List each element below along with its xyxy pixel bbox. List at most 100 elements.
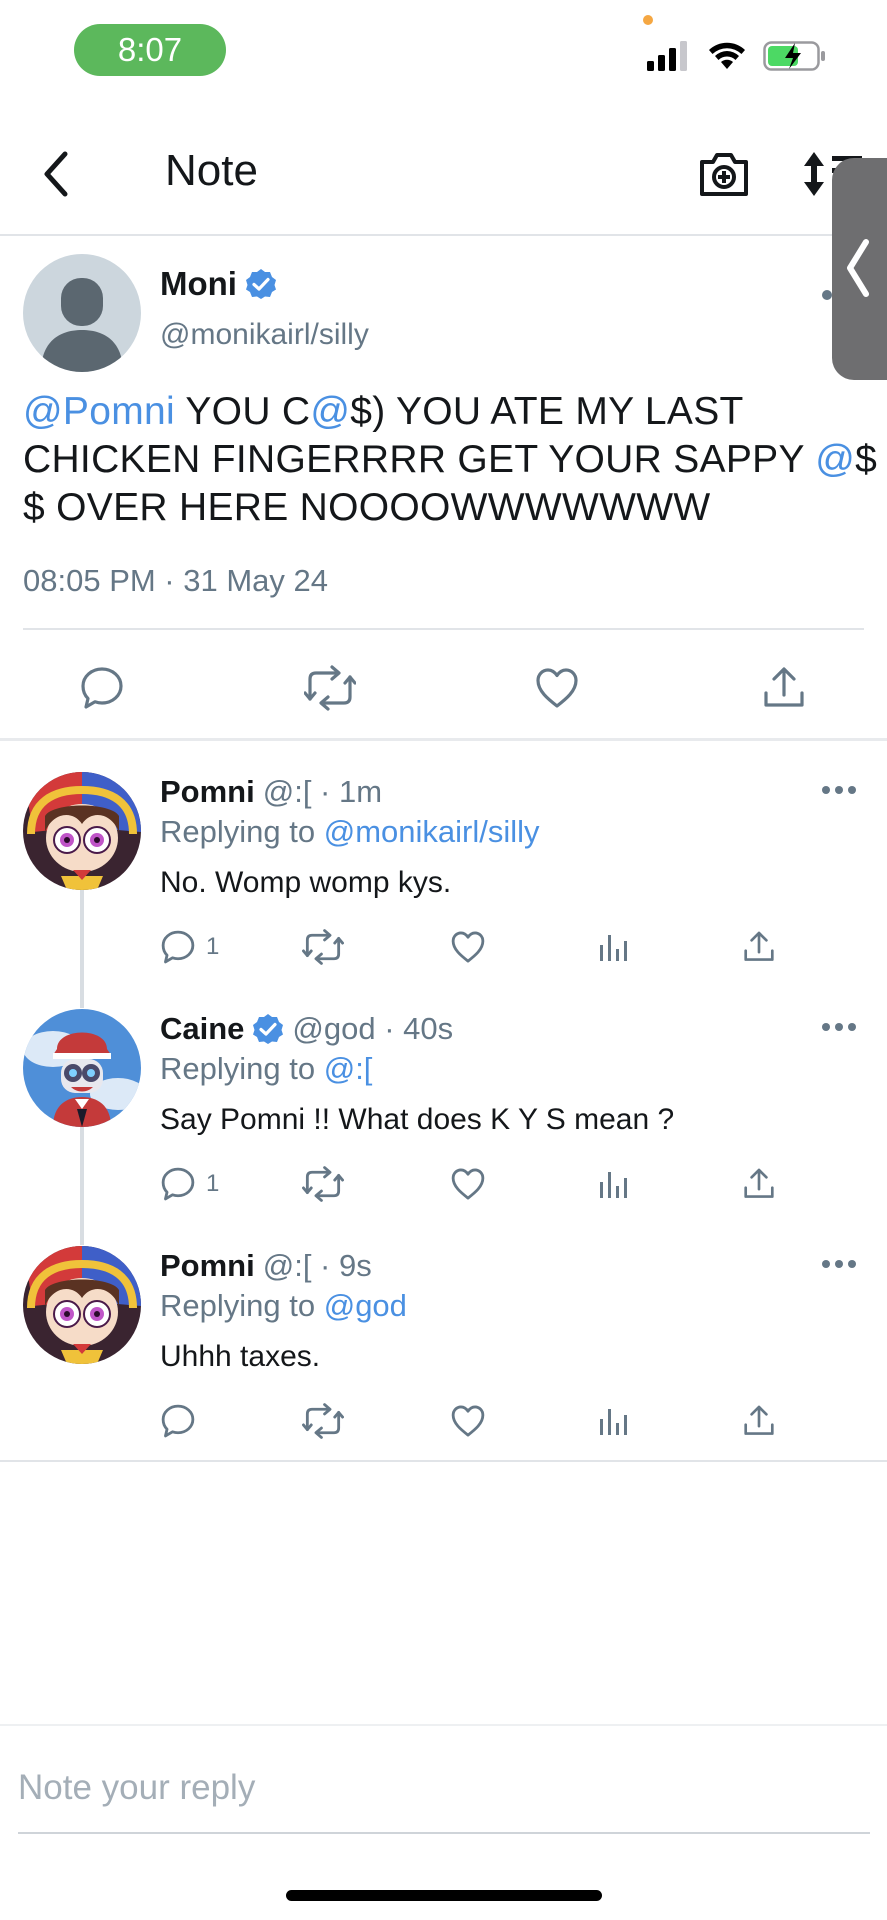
divider: [0, 1460, 887, 1462]
comment-icon: [161, 1404, 195, 1438]
author-handle[interactable]: @monikairl/silly: [160, 318, 369, 352]
avatar[interactable]: [23, 772, 141, 890]
chevron-left-icon: [44, 151, 68, 197]
reply-header: Pomni @:[ · 9s: [160, 1248, 372, 1284]
reply-meta: @:[ · 9s: [262, 1248, 372, 1283]
reply-meta: @:[ · 1m: [262, 774, 383, 809]
replying-label: Replying to: [160, 814, 316, 849]
reply-count: 1: [206, 933, 220, 960]
reply-text: Say Pomni !! What does K Y S mean ?: [160, 1103, 675, 1136]
pomni-avatar-image: [23, 772, 141, 890]
replying-to: Replying to @god: [160, 1288, 407, 1324]
replying-label: Replying to: [160, 1051, 316, 1086]
author-name[interactable]: Moni: [160, 265, 277, 303]
home-indicator[interactable]: [286, 1890, 602, 1901]
repost-icon: [302, 929, 344, 965]
main-note: Moni @monikairl/silly @Pomni YOU C@$) YO…: [0, 238, 887, 740]
divider: [23, 628, 864, 630]
repost-icon: [302, 1166, 344, 1202]
camera-button[interactable]: [696, 146, 752, 202]
like-button[interactable]: [450, 1161, 486, 1207]
share-button[interactable]: [742, 1161, 776, 1207]
heart-icon: [536, 668, 578, 708]
repost-icon: [302, 1403, 344, 1439]
share-button[interactable]: [742, 1398, 776, 1444]
reply-button[interactable]: [160, 1398, 196, 1444]
analytics-icon: [600, 1172, 627, 1198]
heart-icon: [451, 931, 485, 963]
reply-count: 1: [206, 1170, 220, 1197]
share-button[interactable]: [742, 924, 776, 970]
caine-avatar-image: [23, 1009, 141, 1127]
wifi-icon: [709, 42, 745, 69]
comment-icon: [81, 667, 123, 709]
share-button[interactable]: [754, 658, 814, 718]
nav-bar: Note: [0, 110, 887, 236]
back-button[interactable]: [28, 146, 84, 202]
status-icons: [647, 40, 827, 72]
avatar[interactable]: [23, 1246, 141, 1364]
share-icon: [744, 931, 774, 961]
analytics-icon: [600, 1409, 627, 1435]
reply-header: Pomni @:[ · 1m: [160, 774, 382, 810]
share-icon: [764, 667, 804, 707]
more-options-icon[interactable]: [822, 1023, 856, 1031]
more-options-icon[interactable]: [822, 786, 856, 794]
verified-badge-icon: [245, 269, 276, 299]
reply-button[interactable]: 1: [160, 1161, 219, 1207]
reply-author-name[interactable]: Pomni: [160, 774, 255, 810]
reply-input[interactable]: [18, 1748, 868, 1828]
section-divider: [0, 738, 887, 741]
reply-author-name[interactable]: Pomni: [160, 1248, 255, 1284]
views-button[interactable]: [598, 1161, 630, 1207]
reply-button[interactable]: 1: [160, 924, 219, 970]
comment-icon: [161, 1167, 195, 1201]
reply-item[interactable]: Pomni @:[ · 9s Replying to @god Uhhh tax…: [0, 1246, 887, 1458]
note-text-segment: YOU C: [174, 390, 311, 433]
avatar[interactable]: [23, 1009, 141, 1127]
privacy-indicator-dot: [643, 15, 653, 25]
status-time: 8:07: [74, 24, 226, 76]
replying-to-link[interactable]: @:[: [324, 1051, 373, 1086]
like-button[interactable]: [450, 1398, 486, 1444]
replying-label: Replying to: [160, 1288, 316, 1323]
views-button[interactable]: [598, 1398, 630, 1444]
repost-button[interactable]: [302, 1161, 344, 1207]
reply-author-name[interactable]: Caine: [160, 1011, 244, 1047]
repost-icon: [304, 665, 356, 711]
note-actions: [0, 658, 887, 718]
reply-item[interactable]: Pomni @:[ · 1m Replying to @monikairl/si…: [0, 772, 887, 1002]
replying-to-link[interactable]: @god: [324, 1288, 407, 1323]
reply-item[interactable]: Caine @god · 40s Replying to @:[ Say Pom…: [0, 1009, 887, 1239]
mention-symbol: @: [815, 438, 856, 481]
signal-icon: [647, 41, 687, 71]
mention-link[interactable]: @Pomni: [23, 390, 175, 433]
replying-to: Replying to @:[: [160, 1051, 372, 1087]
composer-divider: [0, 1724, 887, 1726]
reply-text: Uhhh taxes.: [160, 1340, 321, 1373]
mention-symbol: @: [310, 390, 351, 433]
avatar[interactable]: [23, 254, 141, 372]
more-options-icon[interactable]: [822, 1260, 856, 1268]
like-button[interactable]: [450, 924, 486, 970]
repost-button[interactable]: [302, 924, 344, 970]
replying-to-link[interactable]: @monikairl/silly: [324, 814, 540, 849]
camera-plus-icon: [700, 153, 748, 196]
battery-charging-icon: [763, 41, 825, 71]
reply-actions: 1: [158, 1161, 798, 1207]
comment-icon: [161, 930, 195, 964]
more-options-icon[interactable]: [822, 290, 832, 300]
heart-icon: [451, 1405, 485, 1437]
reply-text: No. Womp womp kys.: [160, 866, 452, 899]
verified-badge-icon: [253, 1014, 284, 1044]
like-button[interactable]: [527, 658, 587, 718]
reply-actions: [158, 1398, 798, 1444]
default-avatar-icon: [41, 278, 123, 372]
note-timestamp: 08:05 PM · 31 May 24: [23, 563, 328, 598]
repost-button[interactable]: [302, 1398, 344, 1444]
reply-actions: 1: [158, 924, 798, 970]
views-button[interactable]: [598, 924, 630, 970]
share-icon: [744, 1405, 774, 1435]
reply-button[interactable]: [72, 658, 132, 718]
repost-button[interactable]: [300, 658, 360, 718]
